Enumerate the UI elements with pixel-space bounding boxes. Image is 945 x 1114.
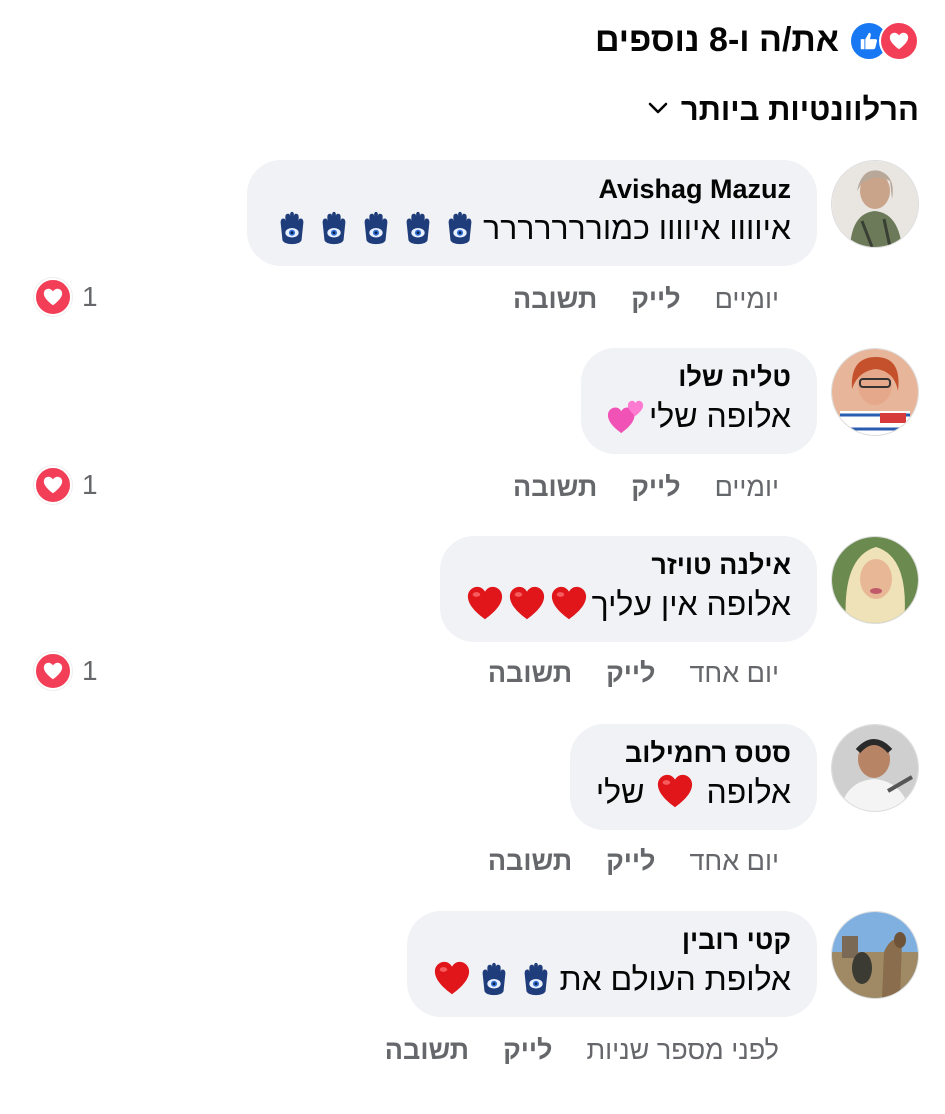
hamsa-emoji-icon: [475, 960, 513, 998]
hamsa-emoji-icon: [517, 960, 555, 998]
reactions-summary-text: את/ה ו-8 נוספים: [595, 20, 839, 59]
red-heart-emoji-icon: [433, 960, 471, 998]
reaction-count-number: 1: [82, 655, 98, 686]
comment-text: אלופה אין עליך: [466, 582, 791, 626]
reaction-icons: [849, 21, 919, 61]
comment-body: איוווו איוווו כמוררררררר: [483, 210, 791, 246]
commenter-name[interactable]: אילנה טויזר: [466, 548, 791, 582]
comment-bubble[interactable]: טליה שלו אלופה שלי: [580, 348, 817, 454]
red-heart-emoji-icon: [550, 585, 588, 623]
heart-reaction-icon: [34, 652, 72, 690]
comment-bubble[interactable]: סטס רחמילוב אלופה שלי: [569, 724, 817, 830]
reactions-summary[interactable]: את/ה ו-8 נוספים: [595, 18, 919, 62]
sparkling-hearts-emoji-icon: [607, 397, 645, 435]
comment-text: אלופה שלי: [607, 394, 791, 438]
avatar[interactable]: [831, 536, 919, 624]
comment-text: אלופה שלי: [596, 770, 791, 814]
reply-button[interactable]: תשובה: [513, 284, 597, 315]
reply-button[interactable]: תשובה: [488, 658, 572, 689]
avatar[interactable]: [831, 348, 919, 436]
comment-time[interactable]: יום אחד: [689, 658, 779, 689]
like-button[interactable]: לייק: [606, 658, 655, 689]
like-button[interactable]: לייק: [631, 472, 680, 503]
hamsa-emoji-icon: [273, 209, 311, 247]
comment-body: אלופת העולם את: [559, 961, 791, 997]
comment-actions: יומיים לייק תשובה: [513, 472, 779, 503]
red-heart-emoji-icon: [508, 585, 546, 623]
comment-time[interactable]: לפני מספר שניות: [586, 1035, 779, 1066]
comment-time[interactable]: יומיים: [715, 284, 779, 315]
hamsa-emoji-icon: [315, 209, 353, 247]
comment-actions: יום אחד לייק תשובה: [488, 846, 779, 877]
sort-dropdown[interactable]: הרלוונטיות ביותר: [647, 92, 919, 128]
comment-body-part1: אלופה: [706, 774, 791, 810]
avatar[interactable]: [831, 911, 919, 999]
heart-reaction-icon: [879, 21, 919, 61]
comment-actions: לפני מספר שניות לייק תשובה: [385, 1035, 779, 1066]
comment-text: אלופת העולם את: [433, 957, 791, 1001]
commenter-name[interactable]: טליה שלו: [607, 360, 791, 394]
comment-body-part2: שלי: [595, 774, 645, 810]
reaction-count-number: 1: [82, 281, 98, 312]
comment-actions: יום אחד לייק תשובה: [488, 658, 779, 689]
reaction-count[interactable]: 1: [34, 278, 98, 316]
comment-bubble[interactable]: Avishag Mazuz איוווו איוווו כמוררררררר: [247, 160, 817, 266]
like-button[interactable]: לייק: [606, 846, 655, 877]
sort-label: הרלוונטיות ביותר: [680, 92, 919, 127]
hamsa-emoji-icon: [441, 209, 479, 247]
reply-button[interactable]: תשובה: [513, 472, 597, 503]
comment-time[interactable]: יומיים: [715, 472, 779, 503]
reply-button[interactable]: תשובה: [385, 1035, 469, 1066]
commenter-name[interactable]: סטס רחמילוב: [596, 736, 791, 770]
like-button[interactable]: לייק: [503, 1035, 552, 1066]
reply-button[interactable]: תשובה: [488, 846, 572, 877]
comment-actions: יומיים לייק תשובה: [513, 284, 779, 315]
comment-bubble[interactable]: אילנה טויזר אלופה אין עליך: [439, 536, 817, 642]
like-button[interactable]: לייק: [631, 284, 680, 315]
hamsa-emoji-icon: [399, 209, 437, 247]
comment-body: אלופה שלי: [648, 398, 791, 434]
comment-bubble[interactable]: קטי רובין אלופת העולם את: [407, 911, 817, 1017]
avatar[interactable]: [831, 160, 919, 248]
comment-text: איוווו איוווו כמוררררררר: [273, 206, 791, 250]
chevron-down-icon: [647, 101, 669, 120]
heart-reaction-icon: [34, 278, 72, 316]
commenter-name[interactable]: Avishag Mazuz: [273, 172, 791, 206]
reaction-count[interactable]: 1: [34, 652, 98, 690]
commenter-name[interactable]: קטי רובין: [433, 923, 791, 957]
hamsa-emoji-icon: [357, 209, 395, 247]
comment-body: אלופה אין עליך: [591, 586, 791, 622]
red-heart-emoji-icon: [466, 585, 504, 623]
reaction-count-number: 1: [82, 469, 98, 500]
comment-time[interactable]: יום אחד: [689, 846, 779, 877]
red-heart-emoji-icon: [656, 773, 694, 811]
reaction-count[interactable]: 1: [34, 466, 98, 504]
heart-reaction-icon: [34, 466, 72, 504]
avatar[interactable]: [831, 724, 919, 812]
